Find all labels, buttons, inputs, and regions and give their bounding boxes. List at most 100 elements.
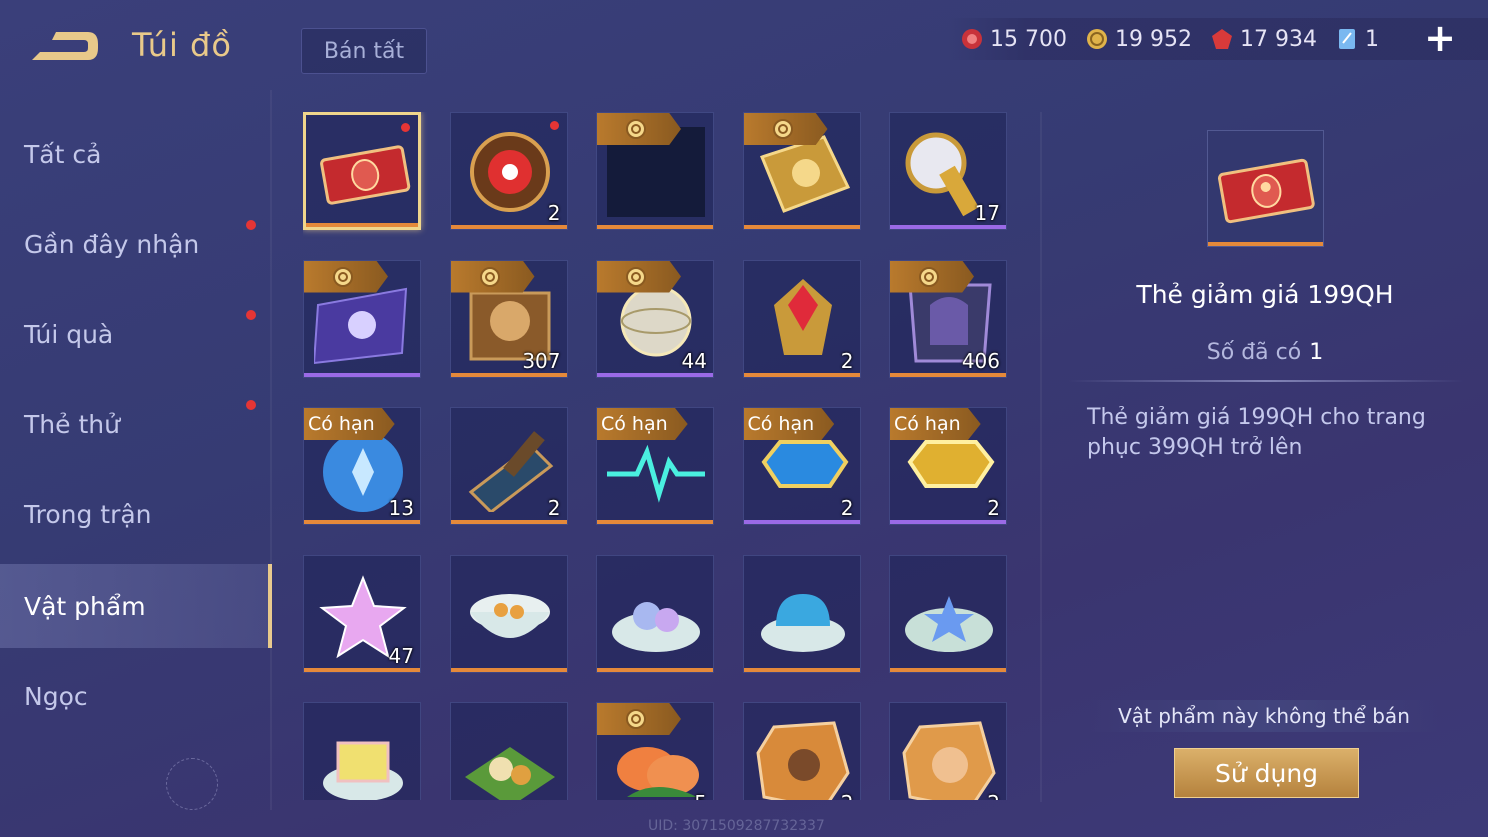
blue-card-icon [1338, 29, 1355, 49]
sidebar-item-label: Gần đây nhận [24, 229, 200, 259]
inventory-item[interactable]: 17 [889, 112, 1007, 230]
rarity-bar [890, 225, 1006, 229]
sidebar-item-trial[interactable]: Thẻ thử [0, 382, 272, 466]
red-discount-card-icon [1217, 158, 1315, 224]
jelly-dish-icon [760, 593, 845, 652]
gold-coin-icon [333, 266, 353, 287]
item-quantity: 2 [987, 791, 1000, 800]
rarity-bar [743, 520, 860, 524]
sidebar-item-recent[interactable]: Gần đây nhận [0, 202, 272, 286]
currency-voucher: 15 700 [960, 27, 1067, 52]
cake-dish-icon [323, 741, 403, 800]
inventory-item[interactable]: Có hạn 2 [889, 407, 1007, 525]
inventory-item[interactable] [596, 554, 714, 673]
sidebar-item-label: Tất cả [24, 139, 102, 169]
inventory-item[interactable] [303, 112, 421, 230]
rarity-bar [597, 225, 713, 229]
cannot-sell-message: Vật phẩm này không thể bán [1090, 700, 1438, 732]
sidebar-item-all[interactable]: Tất cả [0, 112, 272, 196]
add-currency-button[interactable]: + [1424, 19, 1456, 57]
back-arrow-icon [32, 32, 98, 60]
gold-coin-icon [626, 709, 646, 729]
inventory-item[interactable]: Có hạn 2 [742, 407, 861, 525]
inventory-item[interactable]: 5 [596, 702, 714, 800]
inventory-item[interactable]: 44 [596, 259, 714, 378]
inventory-item[interactable]: 2 [449, 407, 568, 525]
scroll-icon [468, 431, 553, 512]
item-quantity: 47 [388, 643, 414, 668]
detail-description: Thẻ giảm giá 199QH cho trang phục 399QH … [1087, 405, 1426, 460]
coin-tag [597, 260, 681, 293]
sidebar-item-label: Ngọc [24, 681, 88, 711]
item-quantity: 17 [974, 201, 1000, 225]
sidebar-item-gems[interactable]: Ngọc [0, 654, 272, 738]
sell-all-button[interactable]: Bán tất [301, 28, 427, 74]
rarity-bar [450, 372, 567, 377]
coin-tag [890, 260, 974, 293]
rarity-bar [890, 520, 1006, 524]
inventory-item[interactable]: 406 [889, 259, 1007, 378]
currency-value: 15 700 [990, 26, 1067, 52]
inventory-item[interactable] [742, 554, 861, 673]
item-quantity: 2 [841, 791, 854, 800]
rarity-bar [304, 372, 420, 377]
inventory-item[interactable]: 2 [449, 112, 568, 230]
rarity-bar [890, 667, 1006, 672]
item-quantity: 2 [547, 496, 561, 520]
currency-value: 19 952 [1114, 26, 1192, 52]
sidebar-item-giftbag[interactable]: Túi quà [0, 292, 272, 376]
back-button[interactable] [26, 26, 102, 66]
notification-dot [549, 121, 559, 130]
item-quantity: 307 [522, 348, 561, 373]
inventory-item[interactable] [449, 554, 568, 673]
inventory-item[interactable]: 2 [742, 702, 861, 800]
page-title: Túi đồ [132, 26, 232, 64]
item-quantity: 2 [840, 348, 854, 373]
sidebar: Tất cả Gần đây nhận Túi quà Thẻ thử Tron… [0, 108, 272, 808]
sidebar-item-inmatch[interactable]: Trong trận [0, 472, 272, 556]
red-discount-card-icon [320, 145, 411, 205]
hero-crystal-2-icon [902, 721, 996, 800]
inventory-item[interactable]: 2 [889, 702, 1007, 800]
inventory-item[interactable] [449, 702, 568, 800]
gold-coin-icon [919, 266, 939, 287]
coin-tag [304, 260, 388, 293]
item-quantity: 406 [961, 348, 1000, 373]
item-quantity: 2 [987, 496, 1000, 520]
sidebar-item-label: Vật phẩm [24, 591, 146, 621]
coin-tag [450, 260, 535, 293]
star-dish-icon [905, 595, 993, 652]
inventory-item[interactable]: 2 [742, 259, 861, 378]
gold-coin-icon [626, 119, 646, 139]
inventory-item[interactable] [303, 259, 421, 378]
flower-dish-icon [612, 601, 700, 652]
limited-tag: Có hạn [597, 408, 688, 440]
gold-coin-icon [626, 266, 646, 287]
gold-coin-icon [772, 119, 793, 139]
owned-count: Số đã có 1 [1060, 340, 1470, 365]
sidebar-item-label: Túi quà [24, 319, 114, 349]
rarity-bar [450, 225, 567, 229]
item-quantity: 2 [840, 496, 854, 520]
coin-tag [743, 113, 828, 145]
inventory-item[interactable] [742, 112, 861, 230]
rarity-bar [450, 520, 567, 524]
currency-value: 17 934 [1239, 26, 1317, 52]
inventory-item[interactable] [596, 112, 714, 230]
inventory-item[interactable]: 47 [303, 554, 421, 673]
ruby-emblem-icon [773, 278, 832, 355]
inventory-item[interactable]: Có hạn 13 [303, 407, 421, 525]
red-voucher-icon [962, 29, 982, 49]
inventory-item[interactable] [889, 554, 1007, 673]
sidebar-divider [270, 90, 272, 810]
inventory-item[interactable]: Có hạn [596, 407, 714, 525]
soup-bowl-icon [469, 593, 550, 638]
sidebar-item-items[interactable]: Vật phẩm [0, 564, 272, 648]
inventory-item[interactable]: 307 [449, 259, 568, 378]
owned-label: Số đã có [1206, 340, 1302, 365]
limited-tag: Có hạn [743, 408, 835, 440]
inventory-item[interactable] [303, 702, 421, 800]
use-button[interactable]: Sử dụng [1174, 748, 1359, 798]
coin-tag [597, 703, 681, 735]
currency-gold: 19 952 [1085, 27, 1192, 52]
